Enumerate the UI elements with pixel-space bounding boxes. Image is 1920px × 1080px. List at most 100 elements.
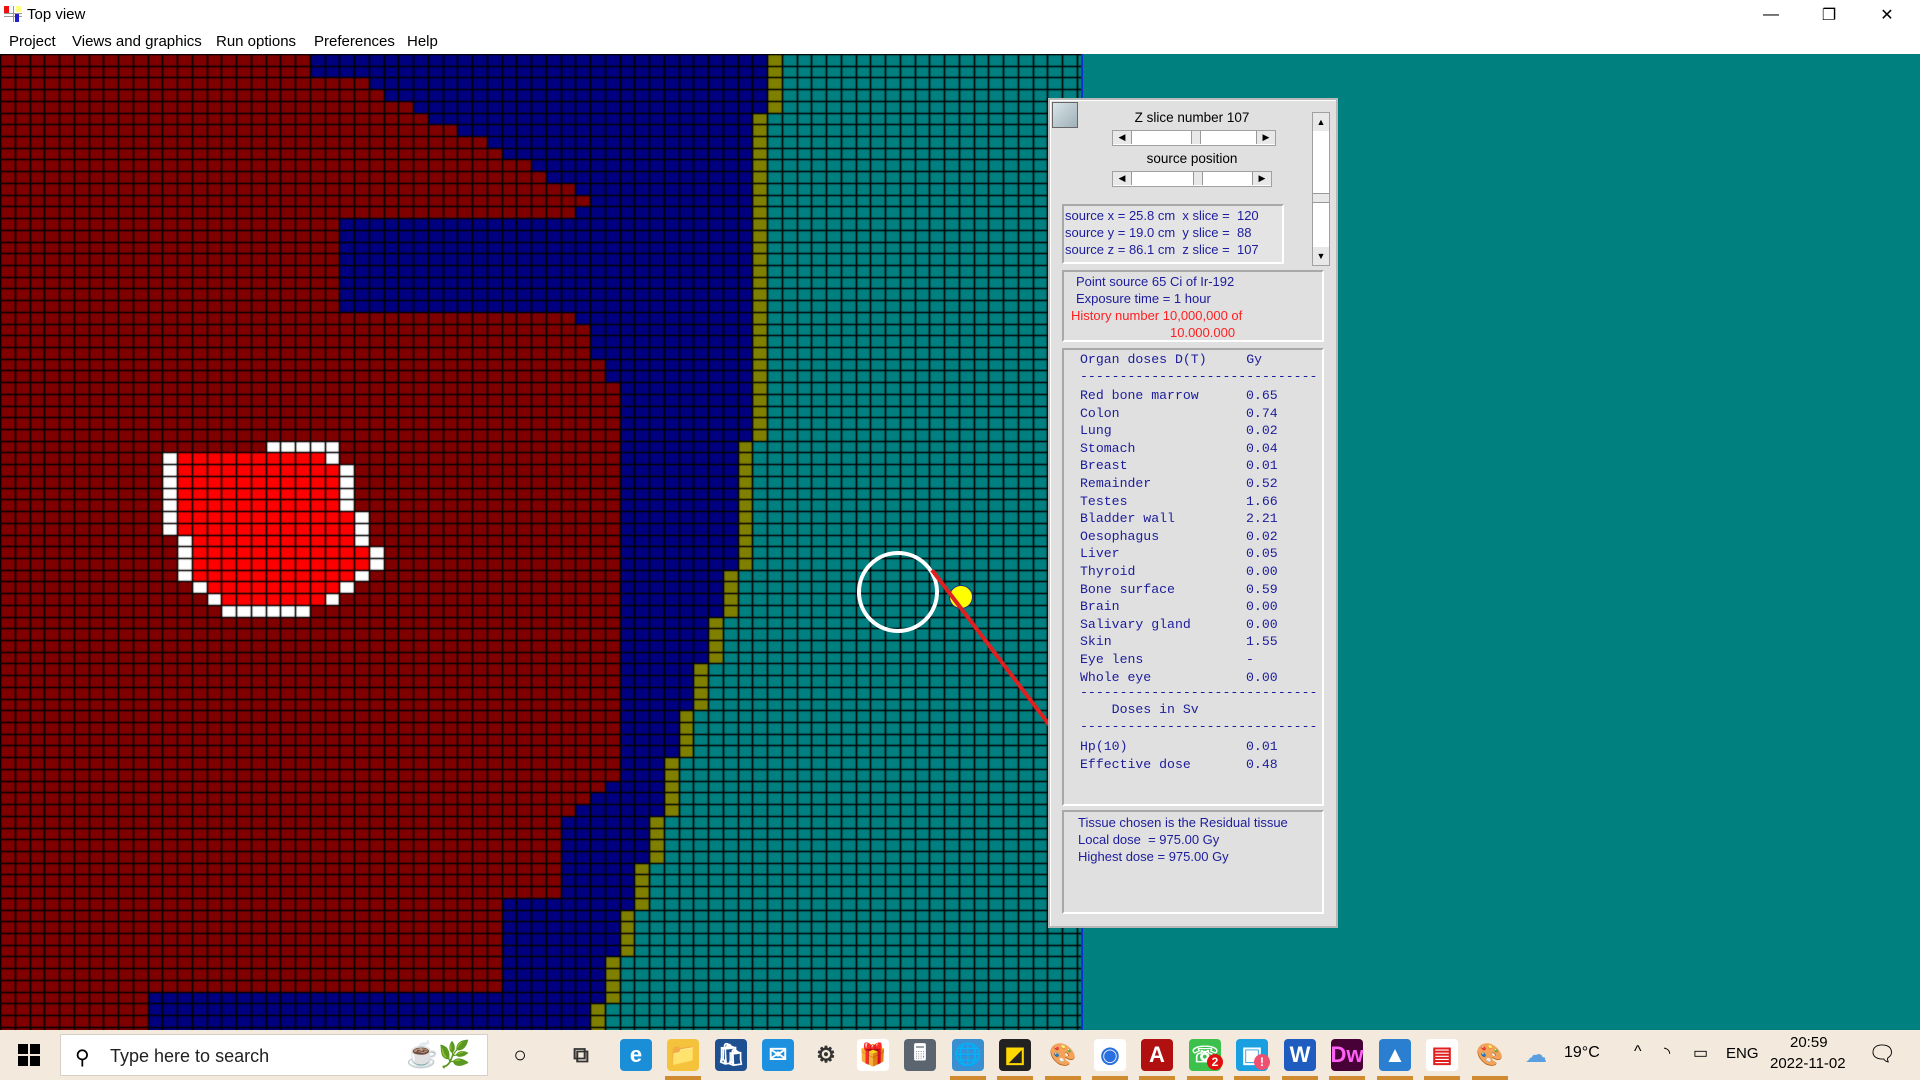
menu-run-options[interactable]: Run options <box>216 33 296 50</box>
voxel-grid-canvas[interactable] <box>0 54 1082 1030</box>
search-placeholder: Type here to search <box>110 1046 270 1066</box>
organ-dose-row: Bladder wall 2.21 <box>1080 511 1278 526</box>
minimize-button[interactable]: — <box>1742 0 1800 30</box>
acrobat-icon[interactable]: A <box>1141 1039 1173 1071</box>
clock-date[interactable]: 2022-11-02 <box>1770 1055 1846 1072</box>
wifi-icon[interactable]: ◝ <box>1664 1043 1670 1063</box>
organ-doses-header: Organ doses D(T) Gy <box>1080 352 1263 367</box>
organ-name: Stomach <box>1080 440 1136 456</box>
search-icon: ⚲ <box>75 1047 90 1069</box>
organ-dose-value: - <box>1246 652 1254 667</box>
menu-help[interactable]: Help <box>407 33 438 50</box>
menu-views-and-graphics[interactable]: Views and graphics <box>72 33 202 50</box>
globe-download-icon[interactable]: 🌐 <box>952 1039 984 1071</box>
source-activity: Point source 65 Ci of Ir-192 <box>1076 274 1235 289</box>
organ-dose-value: 1.55 <box>1246 634 1278 650</box>
notification-badge: 2 <box>1207 1054 1223 1070</box>
chrome-icon[interactable]: ◉ <box>1094 1039 1126 1071</box>
organ-dose-value: 2.21 <box>1246 511 1278 527</box>
organ-dose-value: 0.59 <box>1246 581 1278 597</box>
z-slice-slider[interactable]: ◀ ▶ <box>1112 130 1276 146</box>
notification-icon[interactable]: 🗨 <box>1868 1041 1896 1067</box>
panel-icon <box>1052 102 1078 128</box>
organ-dose-value: 0.52 <box>1246 476 1278 491</box>
tissue-info-box: Tissue chosen is the Residual tissue Loc… <box>1062 810 1324 914</box>
scroll-up-arrow-icon[interactable]: ▲ <box>1313 113 1329 131</box>
source-info-box: Point source 65 Ci of Ir-192 Exposure ti… <box>1062 270 1324 342</box>
organ-dose-row: Oesophagus 0.02 <box>1080 529 1278 544</box>
dose-app-icon[interactable]: ▤ <box>1426 1039 1458 1071</box>
source-point-marker[interactable] <box>949 585 973 609</box>
slider-right-arrow-icon[interactable]: ▶ <box>1256 131 1275 144</box>
paint-icon[interactable]: 🎨 <box>1047 1039 1079 1071</box>
running-app-indicator <box>1424 1076 1460 1080</box>
dose-info-panel: Z slice number 107 ◀ ▶ source position ◀… <box>1048 98 1338 928</box>
source-coords-box: source x = 25.8 cm x slice = 120 source … <box>1062 204 1284 264</box>
organ-dose-row: Remainder 0.52 <box>1080 476 1278 491</box>
organ-name: Eye lens <box>1080 652 1144 667</box>
word-icon[interactable]: W <box>1284 1039 1316 1071</box>
organ-dose-value: 0.65 <box>1246 388 1278 403</box>
clock-time[interactable]: 20:59 <box>1790 1034 1828 1051</box>
menu-project[interactable]: Project <box>9 33 56 50</box>
organ-dose-value: 0.00 <box>1246 599 1278 615</box>
close-button[interactable]: ✕ <box>1858 0 1916 30</box>
exposure-time: Exposure time = 1 hour <box>1076 291 1211 306</box>
organ-dose-row: Testes 1.66 <box>1080 494 1278 509</box>
slider-left-arrow-icon[interactable]: ◀ <box>1113 172 1132 185</box>
slider-left-arrow-icon[interactable]: ◀ <box>1113 131 1132 144</box>
source-z-line: source z = 86.1 cm z slice = 107 <box>1065 242 1259 257</box>
gift-icon[interactable]: 🎁 <box>857 1039 889 1071</box>
task-view-icon[interactable]: ⧉ <box>565 1039 597 1071</box>
tissue-chosen: Tissue chosen is the Residual tissue <box>1078 815 1288 830</box>
scroll-down-arrow-icon[interactable]: ▼ <box>1313 247 1329 265</box>
local-dose: Local dose = 975.00 Gy <box>1078 832 1220 847</box>
photos-icon[interactable]: ▲ <box>1379 1039 1411 1071</box>
running-app-indicator <box>1472 1076 1508 1080</box>
weather-temp[interactable]: 19°C <box>1564 1044 1600 1062</box>
selection-circle <box>857 551 939 633</box>
dose-value: 0.01 <box>1246 739 1278 755</box>
running-app-indicator <box>1045 1076 1081 1080</box>
separator: ------------------------------ <box>1080 719 1318 735</box>
windows-start-icon[interactable] <box>18 1044 40 1066</box>
running-app-indicator <box>1187 1076 1223 1080</box>
menu-preferences[interactable]: Preferences <box>314 33 395 50</box>
file-explorer-icon[interactable]: 📁 <box>667 1039 699 1071</box>
calculator-icon[interactable]: 🖩 <box>904 1039 936 1071</box>
dose-name: Hp(10) <box>1080 739 1128 755</box>
cortana-icon[interactable]: ○ <box>504 1039 536 1071</box>
battery-icon[interactable]: ▭ <box>1693 1043 1708 1063</box>
organ-name: Testes <box>1080 493 1128 509</box>
tray-chevron-up-icon[interactable]: ^ <box>1634 1043 1642 1061</box>
voxel-view[interactable]: Z slice number 107 ◀ ▶ source position ◀… <box>0 54 1920 1030</box>
settings-icon[interactable]: ⚙ <box>810 1039 842 1071</box>
organ-dose-row: Lung 0.02 <box>1080 423 1278 438</box>
panel-vertical-scrollbar[interactable]: ▲ ▼ <box>1312 112 1330 266</box>
source-position-slider[interactable]: ◀ ▶ <box>1112 171 1272 187</box>
slider-thumb[interactable] <box>1193 172 1203 185</box>
paint-2-icon[interactable]: 🎨 <box>1474 1039 1506 1071</box>
mail-icon[interactable]: ✉ <box>762 1039 794 1071</box>
running-app-indicator <box>1139 1076 1175 1080</box>
weather-cloud-icon[interactable]: ☁ <box>1525 1042 1547 1068</box>
dreamweaver-icon[interactable]: Dw <box>1331 1039 1364 1071</box>
organ-dose-value: 0.00 <box>1246 616 1278 632</box>
sticky-notes-icon[interactable]: ◩ <box>999 1039 1031 1071</box>
running-app-indicator <box>1329 1076 1365 1080</box>
taskbar-search-box[interactable]: ⚲ Type here to search ☕🌿 <box>60 1034 488 1076</box>
slider-right-arrow-icon[interactable]: ▶ <box>1252 172 1271 185</box>
slider-thumb[interactable] <box>1191 131 1201 144</box>
microsoft-store-icon[interactable]: 🛍 <box>715 1039 747 1071</box>
menu-bar: Project Views and graphics Run options P… <box>0 30 1920 54</box>
organ-name: Salivary gland <box>1080 616 1191 632</box>
z-slice-label: Z slice number 107 <box>1134 110 1250 125</box>
organ-name: Liver <box>1080 546 1120 562</box>
scroll-thumb[interactable] <box>1313 193 1329 203</box>
language-indicator[interactable]: ENG <box>1726 1045 1759 1062</box>
restore-button[interactable]: ❐ <box>1800 0 1858 30</box>
edge-icon[interactable]: e <box>620 1039 652 1071</box>
source-x-line: source x = 25.8 cm x slice = 120 <box>1065 208 1259 223</box>
organ-dose-row: Brain 0.00 <box>1080 599 1278 614</box>
separator: ------------------------------ <box>1080 369 1318 384</box>
